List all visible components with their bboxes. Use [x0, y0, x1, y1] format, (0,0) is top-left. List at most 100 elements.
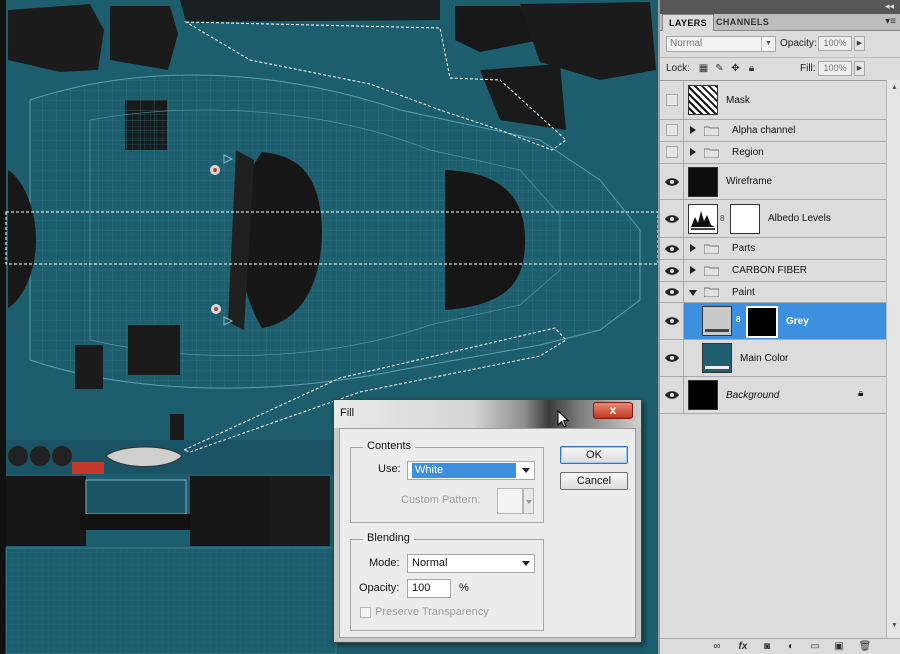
custom-pattern-label: Custom Pattern:: [401, 494, 481, 506]
scroll-down-icon[interactable]: ▼: [887, 620, 900, 632]
chain-link-icon[interactable]: 8: [736, 315, 740, 324]
collapse-panel-icon[interactable]: ◂◂: [885, 1, 894, 12]
custom-pattern-swatch[interactable]: [497, 488, 523, 514]
group-icon[interactable]: ▭: [808, 641, 822, 653]
layer-mask[interactable]: Mask: [660, 81, 886, 120]
layer-thumbnail: [688, 167, 718, 197]
layer-mask-thumbnail: [746, 306, 778, 338]
lock-transparent-icon[interactable]: ▦: [698, 63, 709, 74]
lock-position-icon[interactable]: ✥: [730, 63, 741, 74]
layer-name: Albedo Levels: [768, 213, 831, 224]
visibility-toggle[interactable]: [660, 200, 684, 237]
visibility-toggle[interactable]: [660, 340, 684, 376]
chain-link-icon[interactable]: 8: [720, 214, 724, 223]
lock-all-icon[interactable]: 🔒︎: [746, 63, 757, 74]
visibility-toggle[interactable]: [660, 260, 684, 281]
layer-grey[interactable]: 8 Grey: [660, 303, 886, 340]
expand-triangle-icon[interactable]: [690, 126, 696, 134]
layer-name: Parts: [732, 243, 756, 254]
layer-name: Main Color: [740, 353, 789, 364]
contents-group: Contents Use: White Custom Pattern:: [350, 440, 544, 523]
use-select[interactable]: White: [407, 461, 535, 480]
folder-icon: [704, 126, 719, 136]
eye-icon: [665, 178, 679, 186]
adjustment-icon[interactable]: ◐: [784, 641, 798, 653]
expand-triangle-icon[interactable]: [690, 148, 696, 156]
visibility-toggle[interactable]: [660, 164, 684, 199]
mask-icon[interactable]: ◙: [760, 641, 774, 653]
opacity-field[interactable]: 100%: [818, 36, 852, 51]
folder-icon: [704, 244, 719, 254]
collapse-triangle-icon[interactable]: [689, 290, 697, 296]
visibility-toggle[interactable]: [660, 282, 684, 302]
link-icon[interactable]: ∞: [710, 641, 724, 653]
visibility-toggle[interactable]: [660, 238, 684, 259]
pattern-dropdown-icon[interactable]: [523, 488, 534, 514]
visibility-toggle[interactable]: [660, 120, 684, 141]
layer-name: Wireframe: [726, 176, 773, 187]
panel-title-bar: ◂◂: [660, 0, 900, 14]
blend-mode-select[interactable]: Normal ▼: [666, 36, 776, 52]
cancel-button[interactable]: Cancel: [560, 472, 628, 490]
layer-list: Mask Alpha channel Region Wireframe 8 Al…: [660, 80, 886, 640]
layer-background[interactable]: Background 🔒︎: [660, 377, 886, 414]
layer-name: CARBON FIBER: [732, 265, 808, 276]
layer-thumbnail: [688, 380, 718, 410]
layer-paint[interactable]: Paint: [660, 282, 886, 303]
fill-dialog: Fill x Contents Use: White Custom Patter…: [333, 399, 642, 643]
dialog-body: Contents Use: White Custom Pattern: Blen…: [339, 428, 636, 638]
folder-icon: [704, 287, 719, 297]
use-value: White: [412, 463, 516, 478]
eye-icon: [665, 267, 679, 275]
blending-group: Blending Mode: Normal Opacity: 100 % Pre…: [350, 532, 544, 631]
fill-field[interactable]: 100%: [818, 61, 852, 76]
layer-albedo-levels[interactable]: 8 Albedo Levels: [660, 200, 886, 238]
visibility-off-icon: [666, 146, 678, 158]
layers-scrollbar[interactable]: ▲ ▼: [886, 80, 900, 640]
preserve-transparency-label: Preserve Transparency: [375, 606, 489, 618]
close-button[interactable]: x: [593, 402, 633, 419]
layer-mask-thumbnail: [730, 204, 760, 234]
layer-carbon-fiber[interactable]: CARBON FIBER: [660, 260, 886, 282]
expand-triangle-icon[interactable]: [690, 244, 696, 252]
layer-name: Region: [732, 147, 764, 158]
new-layer-icon[interactable]: ▣: [832, 641, 846, 653]
visibility-toggle[interactable]: [660, 81, 684, 119]
scroll-up-icon[interactable]: ▲: [887, 82, 900, 94]
preserve-transparency-checkbox[interactable]: [360, 607, 371, 618]
layer-parts[interactable]: Parts: [660, 238, 886, 260]
eye-icon: [665, 354, 679, 362]
lock-icon: 🔒︎: [858, 388, 864, 399]
layer-wireframe[interactable]: Wireframe: [660, 164, 886, 200]
opacity-input[interactable]: 100: [407, 579, 451, 598]
ok-button[interactable]: OK: [560, 446, 628, 464]
opacity-slider-arrow-icon[interactable]: ▶: [854, 36, 865, 51]
expand-triangle-icon[interactable]: [690, 266, 696, 274]
layer-main-color[interactable]: Main Color: [660, 340, 886, 377]
fill-slider-arrow-icon[interactable]: ▶: [854, 61, 865, 76]
percent-label: %: [459, 582, 469, 594]
fill-layer-thumbnail: [702, 343, 732, 373]
layer-region[interactable]: Region: [660, 142, 886, 164]
folder-icon: [704, 148, 719, 158]
layers-panel: ◂◂ LAYERS CHANNELS ▾≡ Normal ▼ Opacity: …: [658, 0, 900, 654]
tab-layers[interactable]: LAYERS: [662, 14, 715, 31]
layer-alpha-channel[interactable]: Alpha channel: [660, 120, 886, 142]
visibility-toggle[interactable]: [660, 377, 684, 413]
chevron-down-icon: [522, 468, 530, 473]
trash-icon[interactable]: 🗑︎: [858, 641, 872, 653]
visibility-toggle[interactable]: [660, 303, 684, 339]
mode-label: Mode:: [369, 557, 400, 569]
visibility-toggle[interactable]: [660, 142, 684, 163]
opacity-label: Opacity:: [780, 38, 817, 49]
lock-image-icon[interactable]: ✎: [714, 63, 725, 74]
visibility-off-icon: [666, 124, 678, 136]
tab-channels[interactable]: CHANNELS: [710, 14, 775, 31]
fill-label: Fill:: [800, 63, 816, 74]
mode-select[interactable]: Normal: [407, 554, 535, 573]
panel-menu-icon[interactable]: ▾≡: [885, 16, 896, 27]
eye-icon: [665, 245, 679, 253]
fx-icon[interactable]: fx: [736, 641, 750, 653]
contents-group-title: Contents: [363, 440, 416, 452]
dialog-title-bar[interactable]: Fill x: [334, 400, 641, 428]
